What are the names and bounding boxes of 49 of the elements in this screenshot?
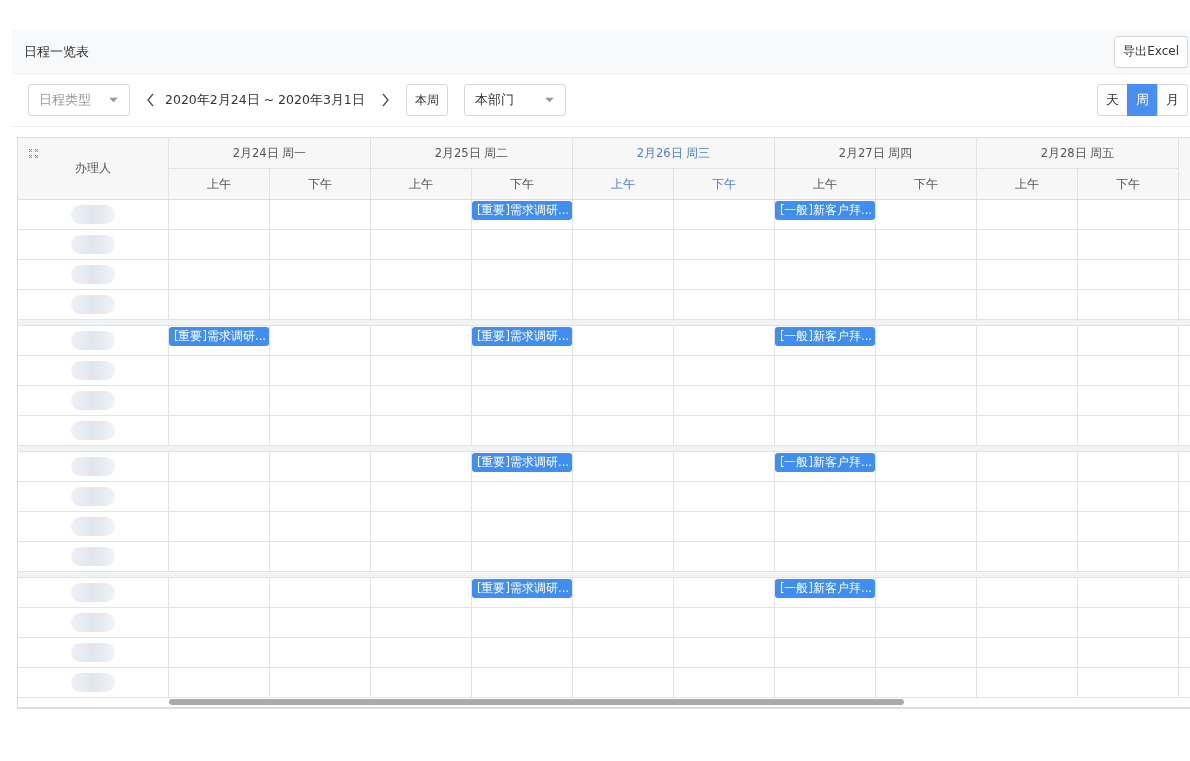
day-header: 2月24日 周一 — [232, 145, 307, 161]
table-cell — [1178, 608, 1190, 638]
event-chip[interactable]: [一般]新客户拜... — [775, 579, 875, 598]
event-chip[interactable]: [重要]需求调研... — [472, 201, 572, 220]
view-mode-tab[interactable]: 月 — [1157, 84, 1188, 116]
event-chip[interactable]: [重要]需求调研... — [472, 327, 572, 346]
table-cell — [1178, 668, 1190, 698]
half-day-header: 上午 — [207, 176, 231, 192]
event-chip[interactable]: [一般]新客户拜... — [775, 453, 875, 472]
export-button[interactable]: 导出Excel — [1114, 35, 1188, 68]
event-chip[interactable]: [重要]需求调研... — [472, 579, 572, 598]
event-chip[interactable]: [重要]需求调研... — [472, 453, 572, 472]
half-day-header: 上午 — [1015, 176, 1039, 192]
view-mode-tab[interactable]: 周 — [1127, 84, 1158, 116]
collapse-icon[interactable] — [28, 148, 39, 159]
chevron-right-icon — [380, 93, 390, 107]
caret-icon — [108, 97, 119, 103]
event-chip[interactable]: [重要]需求调研... — [169, 327, 269, 346]
day-header: 2月28日 周五 — [1040, 145, 1115, 161]
view-mode-tab[interactable]: 天 — [1097, 84, 1128, 116]
event-chip[interactable]: [一般]新客户拜... — [775, 327, 875, 346]
table-cell — [1178, 512, 1190, 542]
half-day-header: 上午 — [409, 176, 433, 192]
half-day-header: 下午 — [712, 176, 736, 192]
half-day-header: 下午 — [510, 176, 534, 192]
table-cell — [1178, 482, 1190, 512]
half-day-header: 上午 — [611, 176, 635, 192]
table-cell — [1178, 230, 1190, 260]
table-cell — [1178, 260, 1190, 290]
day-header: 2月25日 周二 — [434, 145, 509, 161]
day-header: 2月26日 周三 — [636, 145, 711, 161]
table-cell — [1178, 638, 1190, 668]
column-header: 办理人 — [75, 160, 111, 177]
department-dropdown[interactable]: 本部门 — [463, 84, 566, 116]
date-range: 2020年2月24日 ~ 2020年3月1日 — [165, 91, 365, 109]
this-week-button[interactable]: 本周 — [405, 84, 448, 116]
table-cell — [1178, 356, 1190, 386]
half-day-header: 下午 — [1116, 176, 1140, 192]
day-header: 2月27日 周四 — [838, 145, 913, 161]
half-day-header: 下午 — [914, 176, 938, 192]
type-filter-dropdown[interactable]: 日程类型 — [28, 84, 130, 116]
chevron-left-icon — [146, 93, 155, 107]
caret-icon — [543, 97, 555, 103]
event-chip[interactable]: [一般]新客户拜... — [775, 201, 875, 220]
table-cell — [1178, 386, 1190, 416]
half-day-header: 上午 — [813, 176, 837, 192]
page-title: 日程一览表 — [24, 42, 89, 61]
scrollbar-thumb[interactable] — [169, 699, 904, 705]
half-day-header: 下午 — [308, 176, 332, 192]
